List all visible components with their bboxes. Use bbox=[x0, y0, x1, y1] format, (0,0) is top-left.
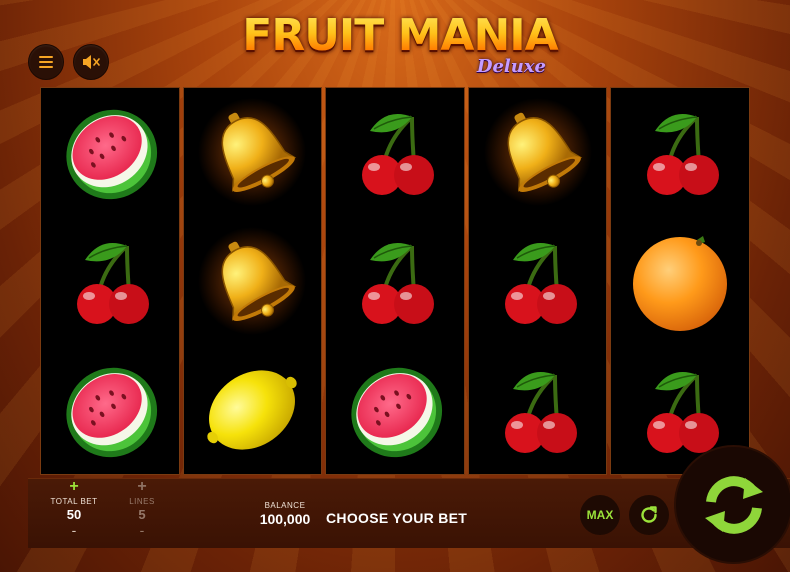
orange-icon bbox=[633, 235, 728, 331]
lines-decrease-button[interactable]: - bbox=[112, 523, 172, 537]
total-bet-decrease-button[interactable]: - bbox=[44, 523, 104, 537]
reel-4 bbox=[467, 87, 608, 475]
speaker-muted-icon bbox=[83, 55, 100, 69]
bell-icon bbox=[198, 226, 307, 335]
status-message: CHOOSE YOUR BET bbox=[326, 510, 468, 526]
cherries-icon bbox=[504, 371, 577, 453]
lines-label: LINES bbox=[129, 497, 155, 506]
total-bet-label: TOTAL BET bbox=[50, 497, 98, 506]
balance-value: 100,000 bbox=[259, 511, 311, 527]
reel-3 bbox=[325, 87, 465, 475]
reel-2 bbox=[182, 87, 323, 475]
logo-subtitle: Deluxe bbox=[476, 56, 546, 77]
game-logo: FRUIT MANIA Deluxe bbox=[240, 6, 560, 86]
reel-cell bbox=[184, 217, 322, 346]
reel-1 bbox=[40, 87, 180, 475]
reel-cell bbox=[41, 217, 179, 346]
reel-5 bbox=[610, 87, 750, 475]
total-bet-increase-button[interactable]: + bbox=[44, 479, 104, 495]
reel-cell bbox=[326, 345, 464, 474]
refresh-icon bbox=[641, 506, 657, 523]
hamburger-icon bbox=[39, 56, 53, 68]
reel-cell bbox=[611, 217, 749, 346]
cherries-icon bbox=[504, 243, 577, 324]
total-bet-control: + TOTAL BET 50 - bbox=[44, 479, 104, 538]
spin-arrows-icon bbox=[704, 475, 763, 534]
reel-cell bbox=[469, 217, 607, 346]
lines-value: 5 bbox=[138, 507, 146, 522]
cherries-icon bbox=[76, 243, 149, 324]
spin-button[interactable] bbox=[676, 447, 790, 562]
reel-cell bbox=[469, 345, 607, 474]
cherries-icon bbox=[361, 243, 434, 324]
max-bet-button[interactable]: MAX bbox=[580, 495, 620, 535]
reel-cell bbox=[326, 217, 464, 346]
lemon-icon bbox=[207, 370, 298, 450]
bottom-bar: + TOTAL BET 50 - + LINES 5 - BALANCE 100… bbox=[28, 447, 790, 562]
cherries-icon bbox=[361, 114, 434, 196]
autoplay-button[interactable] bbox=[629, 495, 669, 535]
lines-increase-button[interactable]: + bbox=[112, 479, 172, 495]
lines-control: + LINES 5 - bbox=[112, 479, 172, 538]
balance-display: BALANCE 100,000 bbox=[240, 501, 330, 527]
total-bet-value: 50 bbox=[66, 507, 82, 522]
cherries-icon bbox=[647, 114, 720, 196]
bell-icon bbox=[198, 98, 307, 207]
menu-button[interactable] bbox=[28, 44, 64, 80]
watermelon-icon bbox=[351, 367, 443, 457]
reel-cell bbox=[326, 88, 464, 217]
reel-cell bbox=[611, 88, 749, 217]
reel-cell bbox=[41, 345, 179, 474]
reel-cell bbox=[469, 88, 607, 217]
sound-toggle-button[interactable] bbox=[73, 44, 109, 80]
watermelon-icon bbox=[66, 367, 157, 457]
balance-label: BALANCE bbox=[264, 501, 306, 510]
reel-cell bbox=[184, 345, 322, 474]
reels-area bbox=[40, 87, 750, 475]
reel-cell bbox=[41, 88, 179, 217]
watermelon-icon bbox=[66, 110, 157, 200]
reel-cell bbox=[184, 88, 322, 217]
bell-icon bbox=[483, 98, 592, 207]
